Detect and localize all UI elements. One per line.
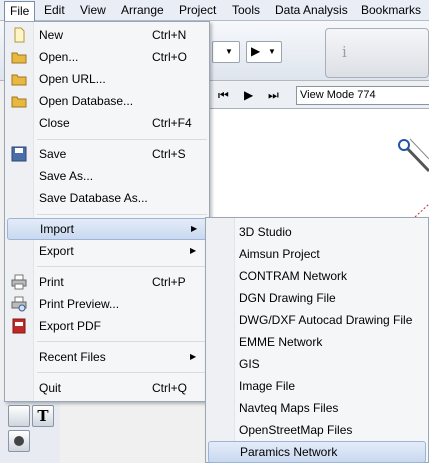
chevron-down-icon: ▼ bbox=[225, 47, 233, 56]
menu-item-export[interactable]: Export ▶ bbox=[7, 240, 207, 262]
import-item-dwg-dxf[interactable]: DWG/DXF Autocad Drawing File bbox=[208, 309, 426, 331]
menu-item-save[interactable]: Save Ctrl+S bbox=[7, 143, 207, 165]
text-tool-icon[interactable]: T bbox=[32, 405, 54, 427]
menu-item-new[interactable]: New Ctrl+N bbox=[7, 24, 207, 46]
menu-tools[interactable]: Tools bbox=[226, 2, 266, 19]
import-item-image-file[interactable]: Image File bbox=[208, 375, 426, 397]
view-navigation-bar: ⏮ ▶ ⏭ View Mode 774 bbox=[210, 84, 429, 108]
import-submenu: 3D Studio Aimsun Project CONTRAM Network… bbox=[205, 217, 429, 463]
menu-separator bbox=[37, 372, 207, 373]
menu-data-analysis[interactable]: Data Analysis bbox=[269, 2, 354, 19]
menu-item-save-database-as[interactable]: Save Database As... bbox=[7, 187, 207, 209]
drawing-tools-panel: T bbox=[0, 400, 60, 463]
menu-edit[interactable]: Edit bbox=[38, 2, 71, 19]
play-icon[interactable]: ▶ bbox=[244, 88, 253, 102]
shape-tool-icon[interactable] bbox=[8, 405, 30, 427]
menu-arrange[interactable]: Arrange bbox=[115, 2, 170, 19]
import-item-dgn-drawing-file[interactable]: DGN Drawing File bbox=[208, 287, 426, 309]
folder-icon bbox=[11, 74, 27, 86]
menu-view[interactable]: View bbox=[74, 2, 112, 19]
import-item-gis[interactable]: GIS bbox=[208, 353, 426, 375]
network-drawing bbox=[398, 138, 429, 218]
menu-item-quit[interactable]: Quit Ctrl+Q bbox=[7, 377, 207, 399]
menu-item-print[interactable]: Print Ctrl+P bbox=[7, 271, 207, 293]
submenu-arrow-icon: ▶ bbox=[191, 224, 198, 233]
menu-item-open-database[interactable]: Open Database... bbox=[7, 90, 207, 112]
import-item-emme-network[interactable]: EMME Network bbox=[208, 331, 426, 353]
new-file-icon bbox=[14, 27, 25, 43]
file-menu: New Ctrl+N Open... Ctrl+O Open URL... Open… bbox=[4, 21, 210, 402]
dropdown-control[interactable]: ▼ bbox=[212, 41, 240, 63]
menu-item-recent-files[interactable]: Recent Files ▶ bbox=[7, 346, 207, 368]
circle-tool-icon[interactable] bbox=[8, 430, 30, 452]
menu-item-close[interactable]: Close Ctrl+F4 bbox=[7, 112, 207, 134]
menu-separator bbox=[37, 139, 207, 140]
menu-bookmarks[interactable]: Bookmarks bbox=[355, 2, 427, 19]
floppy-disk-icon bbox=[11, 146, 27, 162]
info-icon: i bbox=[342, 43, 347, 61]
play-icon: ▶ bbox=[251, 44, 261, 58]
folder-icon bbox=[11, 96, 27, 108]
skip-back-icon[interactable]: ⏮ bbox=[218, 88, 229, 103]
menu-separator bbox=[37, 214, 207, 215]
menu-separator bbox=[37, 341, 207, 342]
folder-icon bbox=[11, 52, 27, 64]
view-mode-select[interactable]: View Mode 774 bbox=[296, 86, 429, 105]
import-item-navteq-maps[interactable]: Navteq Maps Files bbox=[208, 397, 426, 419]
menu-item-save-as[interactable]: Save As... bbox=[7, 165, 207, 187]
print-preview-icon bbox=[11, 296, 27, 312]
skip-forward-icon[interactable]: ⏭ bbox=[268, 88, 279, 103]
menu-project[interactable]: Project bbox=[173, 2, 222, 19]
submenu-arrow-icon: ▶ bbox=[190, 352, 197, 361]
play-dropdown-button[interactable]: ▶ ▼ bbox=[246, 41, 282, 63]
menu-file[interactable]: File bbox=[4, 1, 36, 22]
info-panel[interactable]: i bbox=[325, 28, 429, 78]
import-item-3d-studio[interactable]: 3D Studio bbox=[208, 221, 426, 243]
menu-item-export-pdf[interactable]: Export PDF bbox=[7, 315, 207, 337]
menu-item-open-url[interactable]: Open URL... bbox=[7, 68, 207, 90]
menu-separator bbox=[37, 266, 207, 267]
submenu-arrow-icon: ▶ bbox=[190, 246, 197, 255]
menu-item-import[interactable]: Import ▶ bbox=[7, 218, 207, 240]
import-item-contram-network[interactable]: CONTRAM Network bbox=[208, 265, 426, 287]
printer-icon bbox=[11, 274, 27, 290]
menu-item-open[interactable]: Open... Ctrl+O bbox=[7, 46, 207, 68]
import-item-paramics-network[interactable]: Paramics Network bbox=[208, 441, 426, 463]
menu-item-print-preview[interactable]: Print Preview... bbox=[7, 293, 207, 315]
chevron-down-icon: ▼ bbox=[268, 47, 276, 56]
import-item-openstreetmap[interactable]: OpenStreetMap Files bbox=[208, 419, 426, 441]
menu-bar: File Edit View Arrange Project Tools Dat… bbox=[0, 0, 429, 22]
map-canvas[interactable] bbox=[210, 108, 429, 220]
pdf-icon bbox=[12, 318, 26, 334]
import-item-aimsun-project[interactable]: Aimsun Project bbox=[208, 243, 426, 265]
